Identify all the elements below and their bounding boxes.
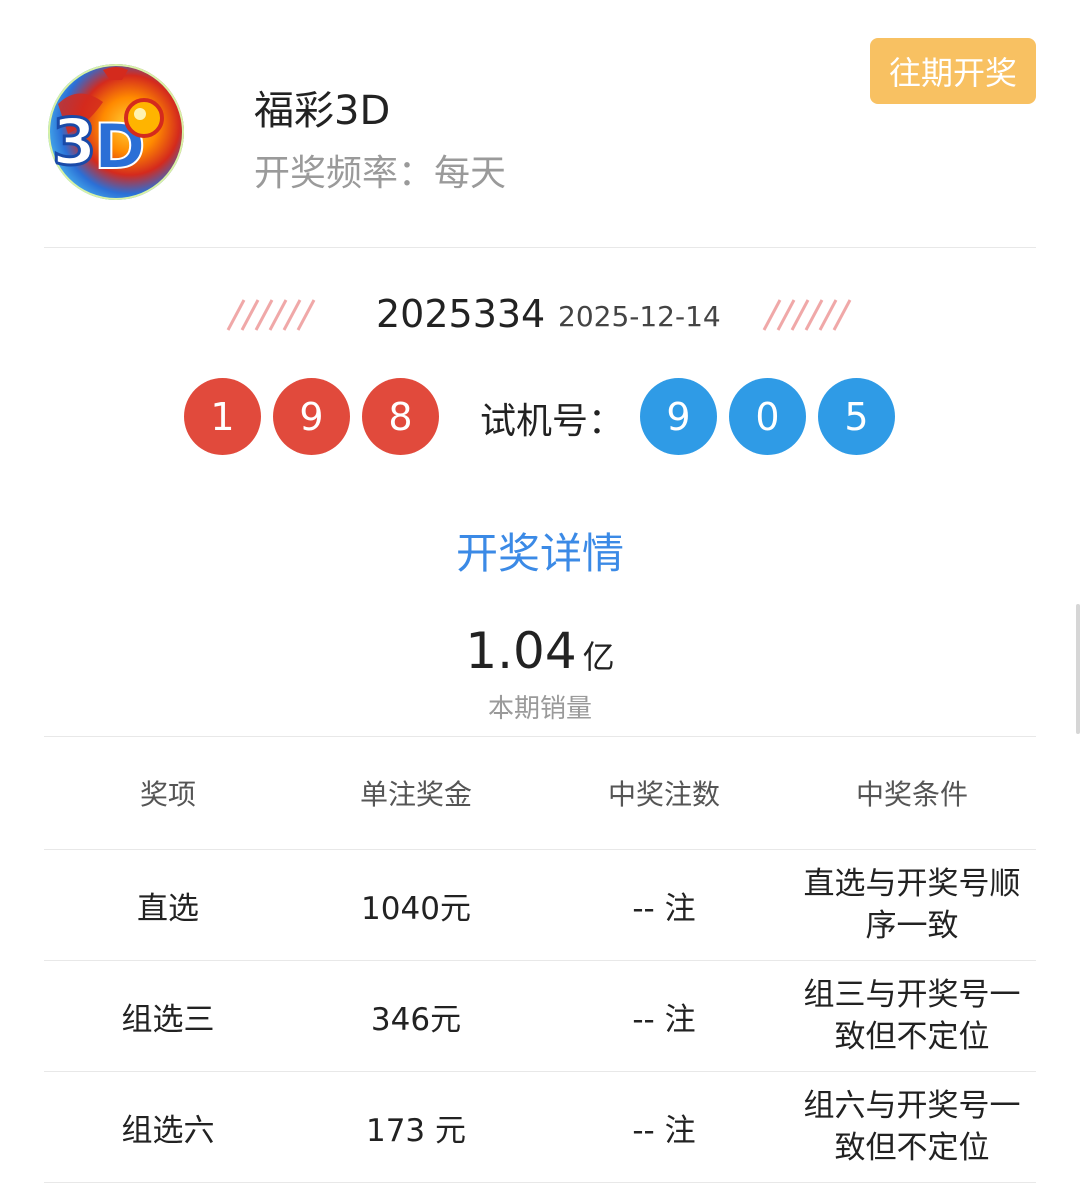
history-draws-button[interactable]: 往期开奖 (870, 38, 1036, 104)
winner-count: -- 注 (540, 960, 788, 1072)
fucai-3d-logo-icon: 3 D (48, 64, 184, 200)
win-condition: 直选与开奖号顺序一致 (788, 849, 1036, 961)
draw-date: 2025-12-14 (558, 300, 721, 333)
column-header-winner-count: 中奖注数 (540, 737, 788, 850)
column-header-condition: 中奖条件 (788, 737, 1036, 850)
decorative-slashes-right-icon (762, 299, 852, 331)
winner-count: -- 注 (540, 1071, 788, 1183)
winning-number-ball: 9 (273, 378, 350, 455)
prize-name: 组选三 (44, 960, 292, 1072)
decorative-slashes-left-icon (226, 299, 316, 331)
prize-amount: 1040元 (292, 849, 540, 961)
winning-number-ball: 8 (362, 378, 439, 455)
trial-number-ball: 0 (729, 378, 806, 455)
draw-frequency: 开奖频率：每天 (254, 153, 507, 194)
sales-value: 1.04 (465, 622, 577, 680)
draw-details-link[interactable]: 开奖详情 (0, 520, 1080, 581)
trial-number-ball: 5 (818, 378, 895, 455)
prize-name: 直选 (44, 849, 292, 961)
header-divider (44, 247, 1036, 248)
sales-label: 本期销量 (487, 694, 592, 724)
win-condition: 组三与开奖号一致但不定位 (788, 960, 1036, 1072)
column-header-prize-level: 奖项 (44, 737, 292, 850)
trial-number-ball: 9 (640, 378, 717, 455)
prize-amount: 346元 (292, 960, 540, 1072)
table-row: 组选三 346元 -- 注 组三与开奖号一致但不定位 (44, 960, 1036, 1072)
sales-amount: 1.04 亿 (0, 622, 1080, 680)
numbers-row: 1 9 8 试机号： 9 0 5 (0, 378, 1080, 456)
lottery-title: 福彩3D (254, 88, 391, 134)
table-row: 组选六 173 元 -- 注 组六与开奖号一致但不定位 (44, 1071, 1036, 1183)
table-header-row: 奖项 单注奖金 中奖注数 中奖条件 (44, 737, 1036, 850)
sales-unit: 亿 (582, 638, 615, 676)
prize-name: 组选六 (44, 1071, 292, 1183)
draw-issue-number: 2025334 (376, 292, 546, 336)
table-row: 直选 1040元 -- 注 直选与开奖号顺序一致 (44, 849, 1036, 961)
lottery-header: 3 D 福彩3D 开奖频率：每天 往期开奖 (0, 0, 1080, 248)
column-header-unit-prize: 单注奖金 (292, 737, 540, 850)
svg-text:3: 3 (52, 106, 97, 180)
trial-number-label: 试机号： (480, 401, 625, 442)
winning-number-ball: 1 (184, 378, 261, 455)
win-condition: 组六与开奖号一致但不定位 (788, 1071, 1036, 1183)
prize-amount: 173 元 (292, 1071, 540, 1183)
winner-count: -- 注 (540, 849, 788, 961)
draw-period-row: 2025334 2025-12-14 (0, 292, 1080, 348)
prize-table: 奖项 单注奖金 中奖注数 中奖条件 直选 1040元 -- 注 直选与开奖号顺序… (44, 737, 1036, 1183)
scrollbar[interactable] (1076, 604, 1080, 734)
